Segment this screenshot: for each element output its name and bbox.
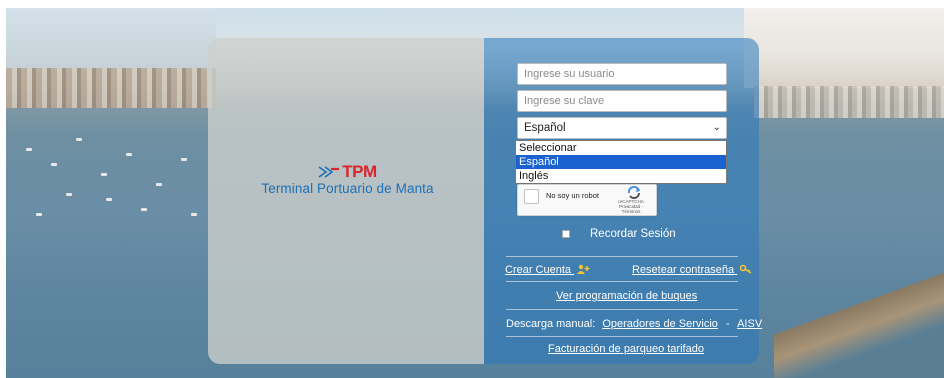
brand-panel — [208, 38, 484, 364]
company-logo: TPM Terminal Portuario de Manta — [240, 162, 455, 196]
sky — [6, 8, 216, 70]
create-account-label: Crear Cuenta — [505, 264, 572, 276]
pier — [774, 263, 944, 378]
captcha-branding: reCAPTCHA Privacidad - Términos — [610, 199, 652, 214]
reset-password-label: Resetear contraseña — [632, 264, 735, 276]
reset-password-link[interactable]: Resetear contraseña — [632, 264, 752, 276]
separator: - — [725, 318, 730, 330]
sky — [744, 8, 944, 88]
manual-download-label: Descarga manual: — [506, 318, 596, 330]
key-icon — [740, 264, 752, 274]
language-option[interactable]: Inglés — [516, 169, 726, 183]
chevron-down-icon: ⌄ — [712, 122, 721, 133]
captcha-links[interactable]: Privacidad - Términos — [610, 204, 652, 214]
captcha-label: No soy un robot — [546, 191, 599, 200]
divider — [506, 336, 738, 337]
arrow-logo-icon — [318, 166, 340, 178]
divider — [506, 256, 738, 257]
city-skyline — [754, 86, 944, 118]
language-dropdown[interactable]: Seleccionar Español Inglés — [515, 140, 727, 184]
create-account-link[interactable]: Crear Cuenta — [505, 264, 590, 276]
language-option[interactable]: Seleccionar — [516, 141, 726, 155]
divider — [506, 309, 738, 310]
remember-label[interactable]: Recordar Sesión — [590, 228, 676, 240]
username-input[interactable]: Ingrese su usuario — [517, 63, 727, 85]
recaptcha-icon — [627, 186, 640, 199]
aisv-link[interactable]: AISV — [737, 318, 762, 330]
password-input[interactable]: Ingrese su clave — [517, 90, 727, 112]
language-select[interactable]: Español ⌄ — [517, 117, 727, 139]
language-selected: Español — [524, 122, 566, 134]
manual-download-row: Descarga manual: Operadores de Servicio … — [506, 318, 762, 330]
user-add-icon — [577, 264, 590, 274]
language-option[interactable]: Español — [516, 155, 726, 169]
recaptcha-widget[interactable]: No soy un robot reCAPTCHA Privacidad - T… — [517, 184, 657, 216]
service-operators-link[interactable]: Operadores de Servicio — [602, 318, 718, 330]
divider — [506, 281, 738, 282]
logo-name: Terminal Portuario de Manta — [261, 181, 434, 196]
logo-mark: TPM — [318, 162, 377, 182]
parking-billing-link[interactable]: Facturación de parqueo tarifado — [548, 343, 704, 355]
remember-checkbox[interactable] — [562, 230, 570, 238]
city-skyline — [6, 68, 216, 108]
captcha-checkbox[interactable] — [524, 189, 539, 204]
logo-mark-text: TPM — [342, 162, 377, 181]
vessel-schedule-link[interactable]: Ver programación de buques — [556, 290, 697, 302]
